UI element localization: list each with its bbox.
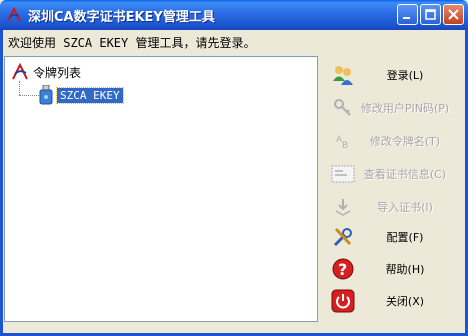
maximize-icon: [425, 9, 436, 20]
exit-button[interactable]: 关闭(X): [324, 286, 458, 316]
close-window-button[interactable]: [443, 4, 464, 25]
help-button[interactable]: ? 帮助(H): [324, 254, 458, 284]
tree-root-label: 令牌列表: [33, 65, 82, 80]
welcome-message: 欢迎使用 SZCA EKEY 管理工具，请先登录。: [8, 36, 256, 50]
import-icon: [330, 194, 356, 220]
login-button[interactable]: 登录(L): [324, 60, 458, 90]
help-label: 帮助(H): [385, 263, 425, 276]
view-certificate-button[interactable]: 查看证书信息(C): [324, 159, 458, 189]
token-tree-view[interactable]: 令牌列表 SZCA EKEY: [4, 56, 318, 322]
view-certificate-label: 查看证书信息(C): [363, 168, 447, 181]
login-label: 登录(L): [386, 69, 424, 82]
users-icon: [330, 62, 356, 88]
rename-token-button[interactable]: AB 修改令牌名(T): [324, 126, 458, 156]
change-pin-label: 修改用户PIN码(P): [360, 102, 450, 115]
title-bar[interactable]: 深圳CA数字证书EKEY管理工具: [0, 0, 468, 30]
close-icon: [448, 9, 459, 20]
maximize-button[interactable]: [420, 4, 441, 25]
exit-label: 关闭(X): [385, 295, 425, 308]
minimize-icon: [403, 17, 410, 19]
help-icon: ?: [330, 256, 356, 282]
certificate-icon: [330, 161, 356, 187]
svg-text:?: ?: [338, 260, 347, 279]
import-certificate-label: 导入证书(I): [377, 201, 433, 214]
window-controls: [397, 4, 464, 25]
tree-root[interactable]: 令牌列表: [11, 63, 81, 81]
tree-connector: [19, 95, 39, 96]
action-panel: 登录(L) 修改用户PIN码(P) AB 修改令牌名(T) 查看证书信息(C) …: [322, 56, 462, 322]
svg-text:B: B: [342, 141, 348, 151]
key-icon: [330, 95, 356, 121]
settings-button[interactable]: 配置(F): [324, 222, 458, 252]
tree-connector: [19, 81, 20, 95]
import-certificate-button[interactable]: 导入证书(I): [324, 192, 458, 222]
tools-icon: [330, 224, 356, 250]
power-icon: [330, 288, 356, 314]
tree-item-label: SZCA EKEY: [56, 86, 124, 104]
app-logo-icon: [12, 63, 28, 80]
tree-item-token[interactable]: SZCA EKEY: [39, 85, 124, 105]
window-title: 深圳CA数字证书EKEY管理工具: [28, 9, 215, 25]
rename-token-label: 修改令牌名(T): [369, 135, 441, 148]
minimize-button[interactable]: [397, 4, 418, 25]
app-logo-icon: [7, 7, 21, 22]
settings-label: 配置(F): [386, 231, 424, 244]
usb-key-icon: [39, 85, 53, 105]
change-pin-button[interactable]: 修改用户PIN码(P): [324, 93, 458, 123]
window-frame-left: [0, 30, 3, 336]
rename-icon: AB: [330, 128, 356, 154]
